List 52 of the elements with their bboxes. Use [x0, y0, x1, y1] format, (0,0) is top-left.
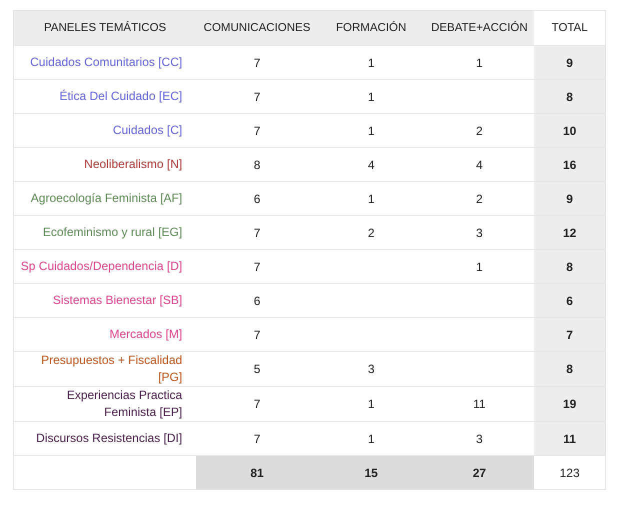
total-cell: 19	[534, 386, 606, 422]
panel-name: Mercados [M]	[14, 318, 196, 352]
table-cell: 7	[196, 386, 318, 422]
table-cell: 2	[318, 216, 424, 250]
table-cell: 1	[318, 114, 424, 148]
panel-name: Presupuestos + Fiscalidad [PG]	[14, 352, 196, 386]
column-header: PANELES TEMÁTICOS	[14, 10, 196, 46]
table-cell: 7	[196, 46, 318, 80]
panel-name: Ecofeminismo y rural [EG]	[14, 216, 196, 250]
table-cell: 6	[196, 182, 318, 216]
total-cell: 10	[534, 114, 606, 148]
table-cell: 7	[196, 80, 318, 114]
column-header: TOTAL	[534, 10, 606, 46]
column-total-cell: 27	[424, 456, 534, 490]
panel-name: Cuidados Comunitarios [CC]	[14, 46, 196, 80]
panel-name: Cuidados [C]	[14, 114, 196, 148]
panel-name: Ética Del Cuidado [EC]	[14, 80, 196, 114]
grand-total-cell: 123	[534, 456, 606, 490]
panel-name: Sistemas Bienestar [SB]	[14, 284, 196, 318]
table-cell: 7	[196, 216, 318, 250]
total-cell: 7	[534, 318, 606, 352]
table-cell: 7	[196, 318, 318, 352]
column-total-cell: 81	[196, 456, 318, 490]
total-cell: 8	[534, 352, 606, 386]
panel-name: Discursos Resistencias [DI]	[14, 422, 196, 456]
total-cell: 8	[534, 80, 606, 114]
total-cell: 9	[534, 182, 606, 216]
column-header: FORMACIÓN	[318, 10, 424, 46]
table-cell: 3	[318, 352, 424, 386]
total-cell: 6	[534, 284, 606, 318]
panel-name: Sp Cuidados/Dependencia [D]	[14, 250, 196, 284]
table-cell: 5	[196, 352, 318, 386]
table-cell: 7	[196, 114, 318, 148]
total-cell: 11	[534, 422, 606, 456]
column-header: DEBATE+ACCIÓN	[424, 10, 534, 46]
panel-name: Neoliberalismo [N]	[14, 148, 196, 182]
column-total-cell: 15	[318, 456, 424, 490]
column-header: COMUNICACIONES	[196, 10, 318, 46]
panel-name: Experiencias Practica Feminista [EP]	[14, 386, 196, 422]
table-cell: 1	[318, 182, 424, 216]
table-cell: 8	[196, 148, 318, 182]
table-cell: 6	[196, 284, 318, 318]
total-cell: 9	[534, 46, 606, 80]
table-cell: 4	[318, 148, 424, 182]
panel-name: Agroecología Feminista [AF]	[14, 182, 196, 216]
total-cell: 8	[534, 250, 606, 284]
table-cell: 7	[196, 250, 318, 284]
table-cell: 1	[318, 80, 424, 114]
total-cell: 12	[534, 216, 606, 250]
table-cell: 1	[318, 386, 424, 422]
table-cell: 1	[318, 46, 424, 80]
total-cell: 16	[534, 148, 606, 182]
